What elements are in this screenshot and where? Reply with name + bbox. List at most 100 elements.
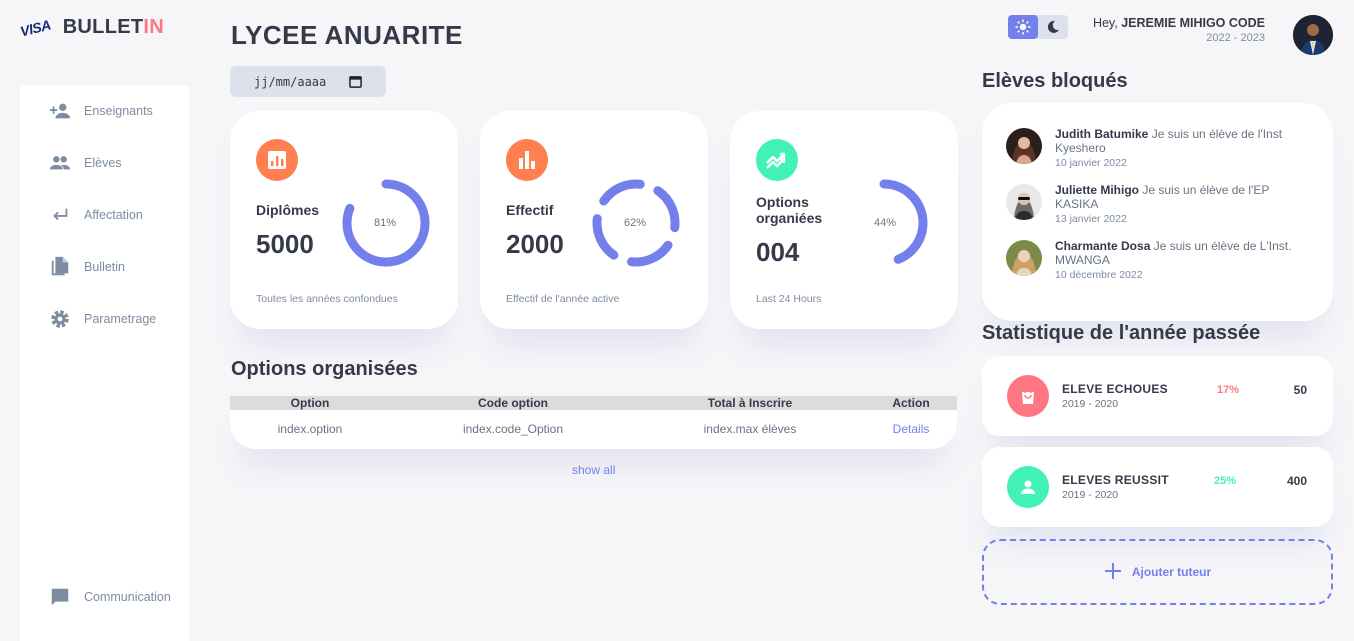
table-cell: index.code_Option [462, 422, 564, 436]
date-placeholder: jj/mm/aaaa [254, 74, 327, 89]
add-tutor-button[interactable]: Ajouter tuteur [982, 539, 1333, 605]
list-item[interactable]: Charmante Dosa Je suis un élève de L'Ins… [1006, 239, 1305, 283]
stat-name: ELEVE ECHOUES [1062, 382, 1168, 396]
person-add-icon [49, 100, 71, 122]
card-footer: Effectif de l'année active [506, 293, 620, 305]
shopping-bag-icon [1007, 375, 1049, 417]
sidebar-item-enseignants[interactable]: Enseignants [20, 96, 189, 126]
sidebar-item-eleves[interactable]: Elèves [20, 148, 189, 178]
stat-name: ELEVES REUSSIT [1062, 473, 1169, 487]
card-options: Options organiées 004 44% Last 24 Hours [730, 111, 958, 329]
avatar[interactable] [1293, 15, 1333, 55]
add-tutor-label: Ajouter tuteur [1131, 565, 1212, 579]
greeting-word: Hey, [1092, 16, 1118, 30]
stat-percent: 17% [1217, 384, 1240, 396]
app-title-main: BULLET [62, 16, 144, 38]
column-header: Total à Inscrire [707, 396, 793, 410]
progress-percent: 81% [374, 217, 397, 229]
gear-icon [49, 308, 71, 330]
card-footer: Last 24 Hours [756, 293, 822, 305]
student-date: 10 décembre 2022 [1055, 269, 1143, 281]
table-cell: index.option [277, 422, 343, 436]
bar-chart-icon [506, 139, 548, 181]
column-header: Option [290, 396, 330, 410]
table-cell: index.max élèves [703, 422, 797, 436]
bar-chart-square-icon [256, 139, 298, 181]
card-value: 5000 [256, 229, 314, 259]
app-title-accent: IN [143, 16, 164, 38]
stat-percent: 25% [1214, 475, 1237, 487]
sidebar-item-label: Communication [84, 590, 171, 604]
student-date: 10 janvier 2022 [1055, 157, 1127, 169]
sidebar: Enseignants Elèves Affectation Bulletin … [20, 86, 189, 641]
card-title: Diplômes [256, 202, 320, 218]
trending-icon [756, 139, 798, 181]
student-message: Juliette Mihigo Je suis un élève de l'EP… [1055, 183, 1305, 227]
student-avatar [1006, 128, 1042, 164]
sidebar-item-label: Parametrage [84, 312, 157, 326]
plus-icon [1104, 562, 1122, 583]
theme-toggler[interactable] [1008, 15, 1068, 39]
card-footer: Toutes les années confondues [256, 293, 398, 305]
stat-value: 50 [1293, 383, 1307, 397]
card-title: Effectif [506, 202, 554, 218]
page-title: LYCEE ANUARITE [231, 20, 463, 50]
student-name: Charmante Dosa [1055, 239, 1151, 253]
sidebar-item-label: Enseignants [84, 104, 153, 118]
app-title: BULLETIN [63, 16, 164, 39]
student-avatar [1006, 240, 1042, 276]
progress-percent: 44% [874, 217, 897, 229]
list-item[interactable]: Judith Batumike Je suis un élève de l'In… [1006, 127, 1305, 171]
card-diplomes: Diplômes 5000 81% Toutes les années conf… [230, 111, 458, 329]
options-table: Option Code option Total à Inscrire Acti… [230, 396, 957, 449]
table-header: Option Code option Total à Inscrire Acti… [230, 396, 957, 410]
stat-year: 2019 - 2020 [1062, 489, 1119, 501]
profile-info: Hey, JEREMIE MIHIGO CODE 2022 - 2023 [1093, 16, 1265, 44]
card-value: 2000 [506, 229, 564, 259]
sidebar-item-bulletin[interactable]: Bulletin [20, 252, 189, 282]
list-item[interactable]: Juliette Mihigo Je suis un élève de l'EP… [1006, 183, 1305, 227]
sidebar-item-affectation[interactable]: Affectation [20, 200, 189, 230]
dark-mode-icon[interactable] [1038, 15, 1068, 39]
progress-percent: 62% [624, 217, 647, 229]
student-date: 13 janvier 2022 [1055, 213, 1127, 225]
stat-year: 2019 - 2020 [1062, 398, 1119, 410]
sidebar-item-label: Bulletin [84, 260, 125, 274]
sidebar-item-label: Affectation [84, 208, 143, 222]
visa-logo-badge: VISA [18, 16, 53, 39]
student-name: Juliette Mihigo [1055, 183, 1139, 197]
options-title: Options organisées [231, 358, 418, 380]
school-year: 2022 - 2023 [1206, 32, 1265, 44]
return-arrow-icon [49, 204, 71, 226]
blocked-students-card: Judith Batumike Je suis un élève de l'In… [982, 103, 1333, 321]
student-name: Judith Batumike [1055, 127, 1149, 141]
group-icon [49, 152, 71, 174]
show-all-link[interactable]: show all [572, 463, 615, 477]
student-message: Judith Batumike Je suis un élève de l'In… [1055, 127, 1305, 171]
file-copy-icon [49, 256, 71, 278]
stat-value: 400 [1286, 474, 1307, 488]
column-header: Action [892, 396, 930, 410]
sidebar-item-parametrage[interactable]: Parametrage [20, 304, 189, 334]
card-value: 004 [756, 237, 800, 267]
person-icon [1007, 466, 1049, 508]
chat-icon [49, 586, 71, 608]
calendar-icon[interactable] [349, 75, 362, 91]
card-effectif: Effectif 2000 62% Effectif de l'année ac… [480, 111, 708, 329]
stat-card-echoues[interactable]: ELEVE ECHOUES 2019 - 2020 17% 50 [982, 356, 1333, 436]
blocked-title: Elèves bloqués [982, 70, 1128, 92]
stat-card-reussit[interactable]: ELEVES REUSSIT 2019 - 2020 25% 400 [982, 447, 1333, 527]
card-title: Options organiées [756, 194, 823, 226]
student-message: Charmante Dosa Je suis un élève de L'Ins… [1055, 239, 1305, 283]
details-link[interactable]: Details [893, 422, 930, 436]
light-mode-icon[interactable] [1008, 15, 1038, 39]
student-avatar [1006, 184, 1042, 220]
user-name: JEREMIE MIHIGO CODE [1121, 16, 1265, 30]
date-input[interactable]: jj/mm/aaaa [230, 66, 386, 97]
sidebar-item-label: Elèves [84, 156, 122, 170]
logo: VISA BULLETIN [18, 16, 164, 39]
sidebar-item-communication[interactable]: Communication [20, 582, 189, 612]
stats-title: Statistique de l'année passée [982, 322, 1261, 344]
column-header: Code option [478, 396, 548, 410]
greeting: Hey, JEREMIE MIHIGO CODE [1093, 16, 1265, 30]
